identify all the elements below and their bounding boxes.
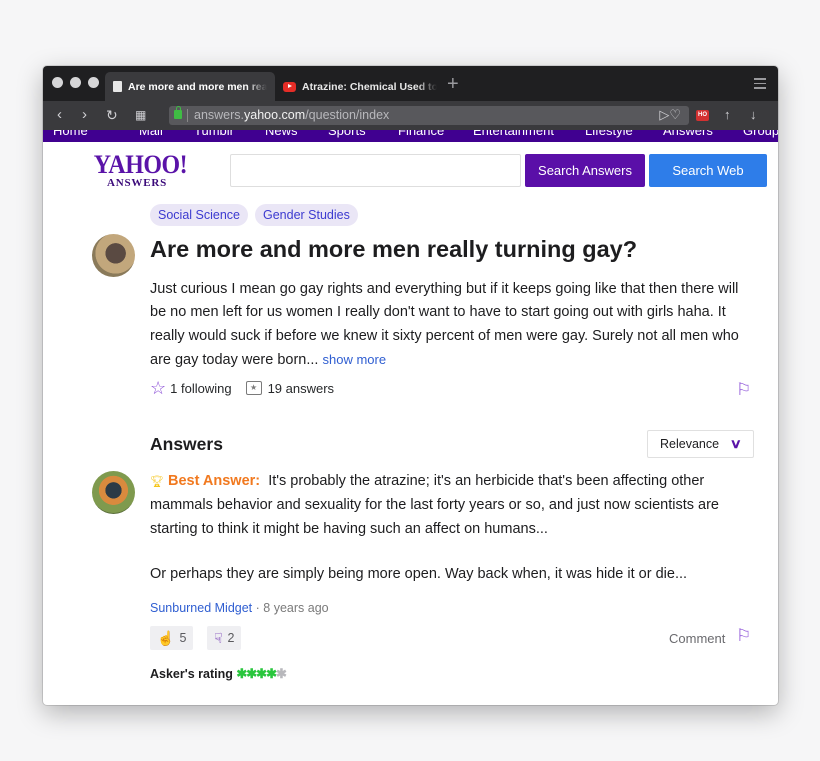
document-icon [113,81,122,92]
chevron-down-icon: ∨ [730,436,743,451]
thumbs-down-button[interactable]: ☟ 2 [207,626,242,650]
back-arrow-icon[interactable]: ‹ [57,106,62,124]
asker-avatar[interactable] [92,234,135,277]
thumbs-down-count: 2 [227,631,235,645]
nav-lifestyle[interactable]: Lifestyle [585,130,633,138]
answers-heading: Answers [150,434,223,454]
extension-badge-icon[interactable]: HO [696,110,709,121]
tab-bar: Are more and more men really turning gay… [43,66,778,101]
asker-rating: Asker's rating ✱✱✱✱✱ [150,666,287,681]
rating-star-filled-icon: ✱ [266,666,277,681]
rating-stars: ✱✱✱✱✱ [236,666,287,681]
thumbs-up-icon: ☝ [157,629,175,646]
send-bookmark-icons[interactable]: ▷♡ [659,107,681,123]
nav-finance[interactable]: Finance [398,130,444,138]
nav-answers[interactable]: Answers [663,130,713,138]
category-tags: Social Science Gender Studies [150,204,358,226]
thumbs-up-button[interactable]: ☝ 5 [150,626,194,650]
lock-icon [174,106,182,119]
tab-atrazine[interactable]: Atrazine: Chemical Used to Control Weeds [275,72,445,101]
close-window-button[interactable] [52,77,63,88]
yahoo-answers-logo[interactable]: YAHOO! ANSWERS [90,152,188,190]
following-count[interactable]: 1 following [170,381,231,396]
report-flag-icon[interactable]: ⚐ [736,380,751,400]
thumbs-down-icon: ☟ [214,629,223,646]
zoom-window-button[interactable] [88,77,99,88]
search-web-button[interactable]: Search Web [649,154,767,187]
reload-icon[interactable]: ↻ [106,106,118,124]
follow-star-icon[interactable]: ☆ [150,379,166,397]
question-title: Are more and more men really turning gay… [150,236,638,262]
comment-button[interactable]: Comment [669,631,725,646]
url-text[interactable]: answers.yahoo.com/question/index [194,108,389,122]
tab-title: Are more and more men really turning gay… [128,80,267,93]
nav-entertainment[interactable]: Entertainment [473,130,554,138]
minimize-window-button[interactable] [70,77,81,88]
browser-window: Are more and more men really turning gay… [43,66,778,705]
thumbs-up-count: 5 [179,631,187,645]
answer-age: · 8 years ago [255,601,329,615]
author-link[interactable]: Sunburned Midget [150,601,252,615]
answers-count-icon: ★ [245,381,262,395]
best-answer-text: 🏆︎ Best Answer: It's probably the atrazi… [150,473,719,537]
share-icon[interactable]: ↑ [724,107,731,122]
answerer-avatar[interactable] [92,471,135,514]
best-answer-label: Best Answer: [168,473,261,489]
question-body: Just curious I mean go gay rights and ev… [150,281,739,368]
download-icon[interactable]: ↓ [750,107,757,122]
forward-arrow-icon[interactable]: › [82,106,87,124]
tab-question[interactable]: Are more and more men really turning gay… [105,72,275,101]
address-toolbar: ‹ › ↻ ▦ answers.yahoo.com/question/index… [43,101,778,130]
youtube-icon [283,81,296,92]
rating-star-filled-icon: ✱ [236,666,247,681]
sort-dropdown[interactable]: Relevance ∨ [647,430,754,458]
tab-menu-icon[interactable] [754,78,766,92]
search-input[interactable] [230,154,521,187]
rating-star-filled-icon: ✱ [246,666,257,681]
category-gender-studies[interactable]: Gender Studies [255,204,358,226]
trophy-icon: 🏆︎ [150,476,164,488]
rating-star-empty-icon: ✱ [275,666,287,681]
address-bar[interactable]: answers.yahoo.com/question/index ▷♡ [169,106,689,125]
category-social-science[interactable]: Social Science [150,204,248,226]
nav-tumblr[interactable]: Tumblr [194,130,234,138]
window-controls [52,77,99,88]
nav-mail[interactable]: Mail [139,130,163,138]
answer-flag-icon[interactable]: ⚐ [736,626,751,646]
answers-count: 19 answers [267,380,335,396]
new-tab-plus-icon[interactable]: + [447,72,459,96]
show-more-link[interactable]: show more [323,352,387,367]
speed-dial-grid-icon[interactable]: ▦ [135,106,146,124]
nav-home[interactable]: Home [53,130,88,138]
rating-star-filled-icon: ✱ [256,666,267,681]
tab-title: Atrazine: Chemical Used to Control Weeds [302,80,437,93]
nav-sports[interactable]: Sports [328,130,366,138]
question-meta: ☆ 1 following ★ 19 answers [150,379,335,397]
nav-news[interactable]: News [265,130,298,138]
nav-groups[interactable]: Groups [743,130,778,138]
answer-author: Sunburned Midget · 8 years ago [150,601,329,615]
search-answers-button[interactable]: Search Answers [525,154,645,187]
best-answer-text-2: Or perhaps they are simply being more op… [150,566,688,582]
yahoo-nav-bar: Home Mail Tumblr News Sports Finance Ent… [43,130,778,142]
